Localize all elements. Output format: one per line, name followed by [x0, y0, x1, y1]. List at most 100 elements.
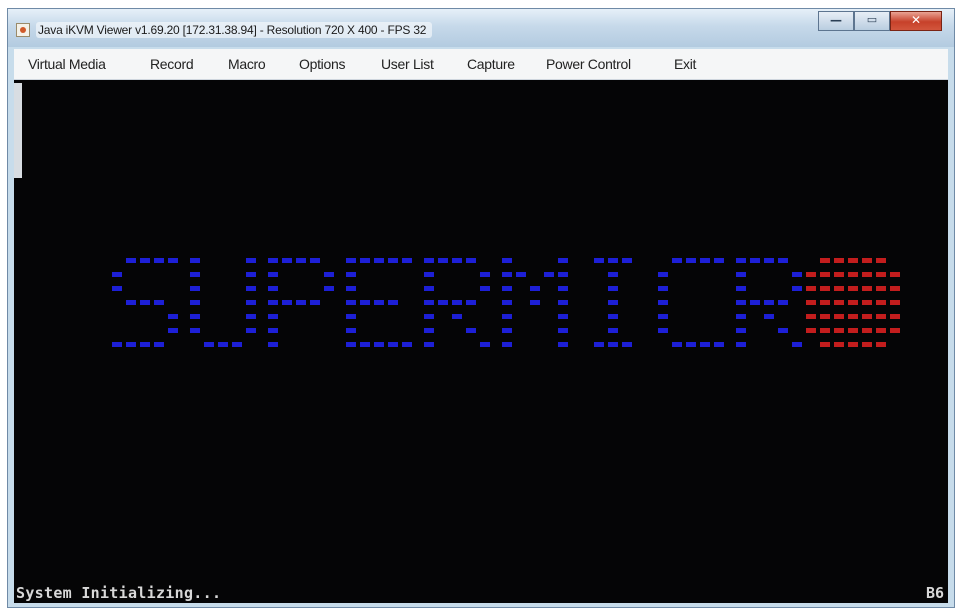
logo-letter-dot: [558, 342, 568, 347]
logo-letter-dot: [608, 314, 618, 319]
logo-mark-dot: [876, 314, 886, 319]
logo-letter-dot: [764, 314, 774, 319]
logo-letter-dot: [360, 258, 370, 263]
status-text: System Initializing...: [16, 584, 222, 602]
logo-letter-dot: [126, 300, 136, 305]
logo-mark-dot: [862, 314, 872, 319]
logo-letter-dot: [388, 300, 398, 305]
logo-letter-dot: [750, 258, 760, 263]
logo-letter-dot: [190, 258, 200, 263]
logo-letter-dot: [424, 286, 434, 291]
logo-letter-dot: [792, 286, 802, 291]
logo-letter-dot: [594, 258, 604, 263]
logo-letter-dot: [140, 342, 150, 347]
logo-mark-dot: [876, 342, 886, 347]
logo-letter-dot: [466, 328, 476, 333]
logo-letter-dot: [672, 342, 682, 347]
logo-letter-dot: [558, 314, 568, 319]
close-icon: ✕: [910, 13, 922, 27]
logo-letter-dot: [402, 258, 412, 263]
logo-letter-dot: [324, 272, 334, 277]
kvm-viewer-window: Java iKVM Viewer v1.69.20 [172.31.38.94]…: [7, 8, 955, 608]
logo-mark-dot: [862, 272, 872, 277]
logo-letter-dot: [466, 258, 476, 263]
logo-letter-dot: [608, 286, 618, 291]
logo-mark-dot: [890, 300, 900, 305]
logo-letter-dot: [608, 342, 618, 347]
logo-letter-dot: [346, 342, 356, 347]
logo-mark-dot: [876, 328, 886, 333]
logo-mark-dot: [890, 314, 900, 319]
logo-letter-dot: [360, 300, 370, 305]
logo-letter-dot: [736, 314, 746, 319]
logo-letter-dot: [346, 286, 356, 291]
logo-letter-dot: [686, 342, 696, 347]
logo-letter-dot: [736, 300, 746, 305]
menu-virtual-media[interactable]: Virtual Media: [28, 56, 106, 72]
logo-mark-dot: [820, 286, 830, 291]
logo-letter-dot: [516, 272, 526, 277]
logo-letter-dot: [154, 342, 164, 347]
logo-letter-dot: [778, 328, 788, 333]
logo-letter-dot: [714, 342, 724, 347]
logo-mark-dot: [890, 328, 900, 333]
logo-letter-dot: [736, 272, 746, 277]
logo-mark-dot: [806, 328, 816, 333]
title-bar[interactable]: Java iKVM Viewer v1.69.20 [172.31.38.94]…: [8, 9, 954, 47]
logo-mark-dot: [862, 300, 872, 305]
menu-power-control[interactable]: Power Control: [546, 56, 631, 72]
logo-mark-dot: [876, 272, 886, 277]
logo-letter-dot: [736, 258, 746, 263]
logo-letter-dot: [126, 342, 136, 347]
logo-letter-dot: [558, 328, 568, 333]
logo-letter-dot: [126, 258, 136, 263]
logo-letter-dot: [502, 272, 512, 277]
logo-letter-dot: [324, 286, 334, 291]
logo-letter-dot: [296, 300, 306, 305]
logo-letter-dot: [608, 300, 618, 305]
remote-console-screen[interactable]: System Initializing... B6: [14, 80, 948, 603]
logo-mark-dot: [806, 286, 816, 291]
logo-letter-dot: [558, 300, 568, 305]
minimize-icon: —: [830, 13, 842, 27]
logo-letter-dot: [268, 272, 278, 277]
minimize-button[interactable]: —: [818, 11, 854, 31]
close-button[interactable]: ✕: [890, 11, 942, 31]
window-title: Java iKVM Viewer v1.69.20 [172.31.38.94]…: [36, 22, 433, 38]
logo-mark-dot: [820, 342, 830, 347]
logo-letter-dot: [438, 300, 448, 305]
logo-letter-dot: [246, 258, 256, 263]
logo-letter-dot: [374, 342, 384, 347]
logo-letter-dot: [360, 342, 370, 347]
logo-letter-dot: [480, 342, 490, 347]
logo-letter-dot: [502, 286, 512, 291]
logo-letter-dot: [622, 258, 632, 263]
menu-user-list[interactable]: User List: [381, 56, 434, 72]
logo-letter-dot: [558, 272, 568, 277]
logo-letter-dot: [502, 314, 512, 319]
logo-letter-dot: [658, 300, 668, 305]
logo-letter-dot: [282, 300, 292, 305]
logo-letter-dot: [672, 258, 682, 263]
logo-letter-dot: [204, 342, 214, 347]
menu-capture[interactable]: Capture: [467, 56, 515, 72]
menu-bar: Virtual Media Record Macro Options User …: [14, 49, 948, 80]
menu-record[interactable]: Record: [150, 56, 194, 72]
menu-options[interactable]: Options: [299, 56, 345, 72]
maximize-button[interactable]: ▭: [854, 11, 890, 31]
logo-letter-dot: [622, 342, 632, 347]
logo-mark-dot: [820, 258, 830, 263]
logo-letter-dot: [502, 300, 512, 305]
logo-letter-dot: [112, 272, 122, 277]
logo-mark-dot: [834, 328, 844, 333]
menu-exit[interactable]: Exit: [674, 56, 696, 72]
logo-letter-dot: [452, 258, 462, 263]
logo-letter-dot: [658, 272, 668, 277]
logo-letter-dot: [232, 342, 242, 347]
menu-macro[interactable]: Macro: [228, 56, 266, 72]
logo-letter-dot: [296, 258, 306, 263]
logo-letter-dot: [608, 258, 618, 263]
logo-mark-dot: [820, 328, 830, 333]
logo-letter-dot: [764, 258, 774, 263]
logo-letter-dot: [544, 272, 554, 277]
